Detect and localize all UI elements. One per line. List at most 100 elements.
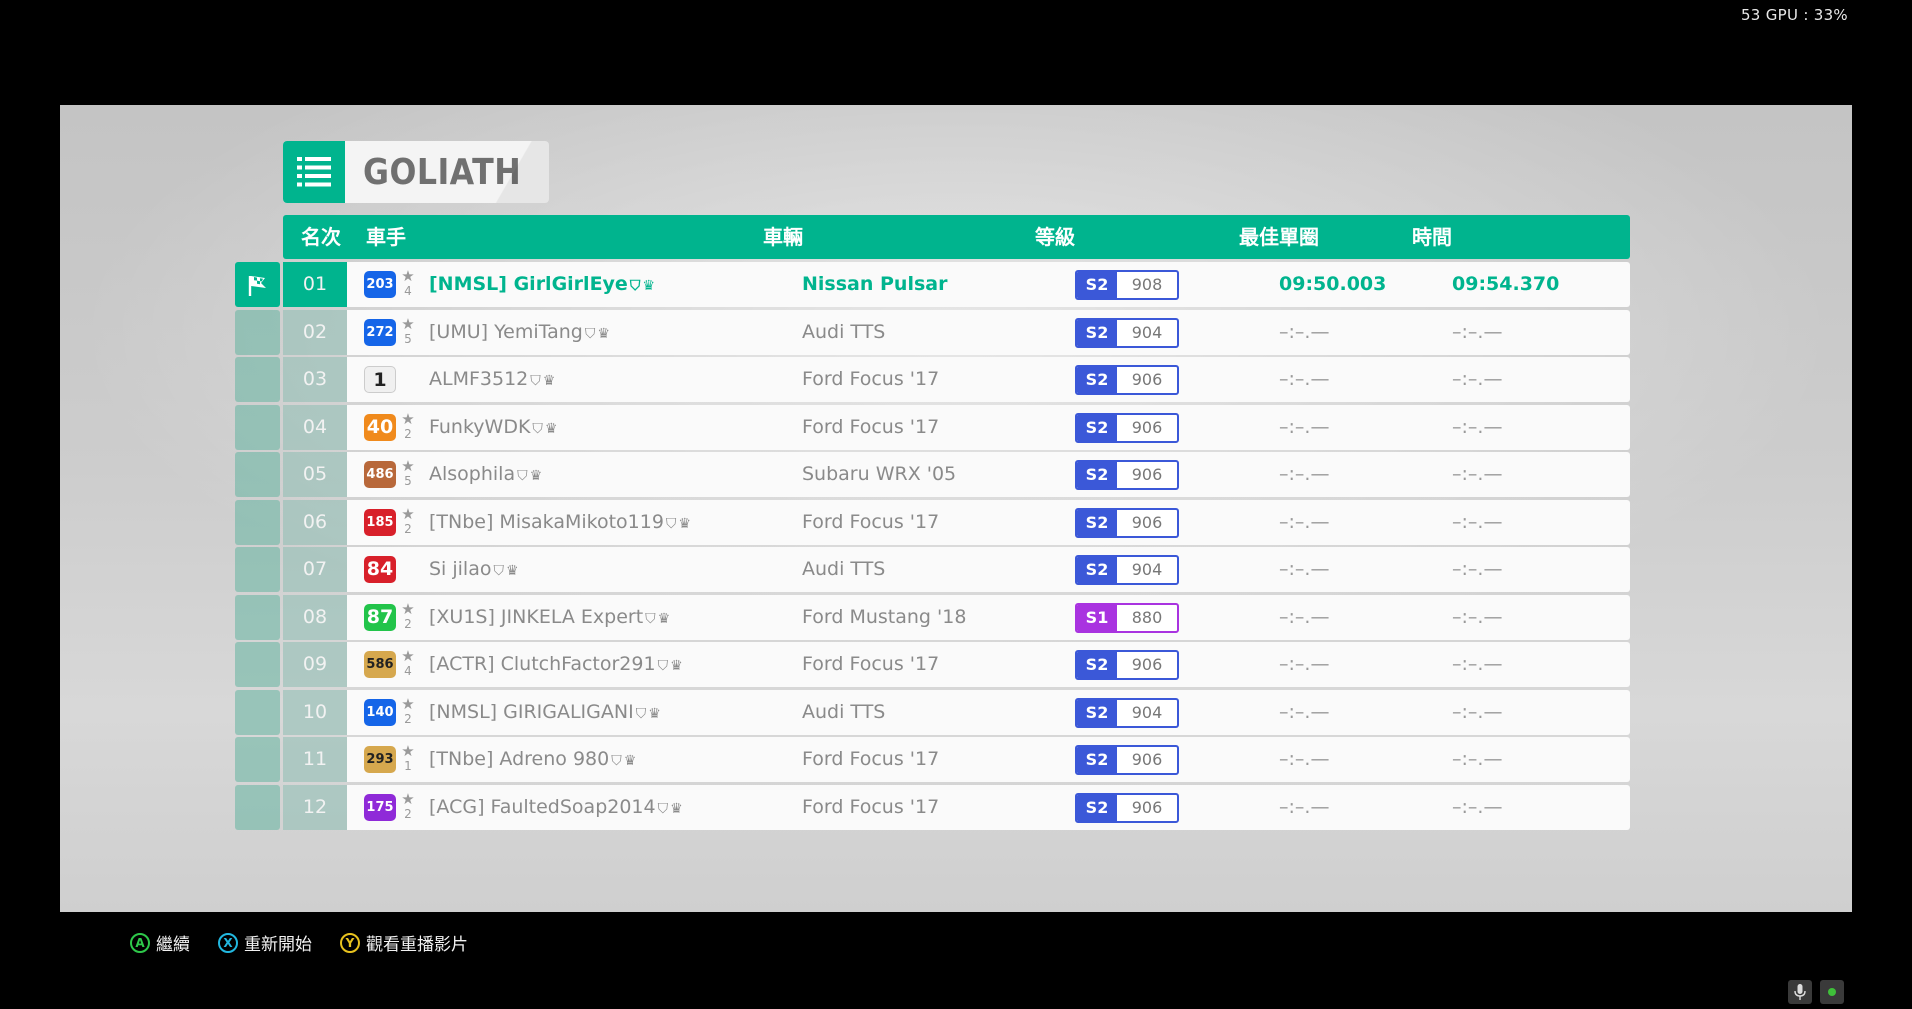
best-lap-time: –:–.— [1279, 795, 1330, 818]
skill-stars: ★ 2 [400, 505, 416, 540]
crown-icon: ♛ [642, 278, 655, 294]
row-marker [235, 404, 280, 450]
driver-level-badge: 84 [364, 556, 396, 583]
driver-gamertag: [TNbe] Adreno 980 [429, 748, 610, 770]
rank-number: 07 [283, 547, 347, 592]
crown-icon: ♛ [597, 325, 610, 342]
continue-label: 繼續 [156, 935, 190, 955]
total-time: –:–.— [1452, 320, 1503, 343]
driver-gamertag: Si jilao [429, 558, 492, 580]
skill-stars: ★ 2 [400, 790, 416, 825]
driver-name[interactable]: [TNbe] Adreno 980 ⛉ ♛ [429, 737, 636, 782]
performance-index: 906 [1131, 655, 1163, 674]
leaderboard-row[interactable]: 05 486 ★ 5 Alsophila ⛉ ♛ Subaru WRX '05 S2 906 –:–… [235, 452, 1630, 497]
driver-name[interactable]: [NMSL] GIRIGALIGANI ⛉ ♛ [429, 690, 661, 735]
watch-replay-label: 觀看重播影片 [366, 935, 468, 955]
row-bar: 586 ★ 4 [ACTR] ClutchFactor291 ⛉ ♛ Ford Focus … [347, 642, 1630, 687]
driver-name[interactable]: ALMF3512 ⛉ ♛ [429, 357, 555, 402]
rank-number: 11 [283, 737, 347, 782]
leaderboard-row[interactable]: 01 203 ★ 4 [NMSL] GirlGirlEye ⛉ ♛ Nissan Pulsar… [235, 262, 1630, 307]
a-button-icon: A [130, 932, 150, 953]
leaderboard-row[interactable]: 04 40 ★ 2 FunkyWDK ⛉ ♛ Ford Focus '17 S2 906 –:–.—… [235, 404, 1630, 450]
leaderboard-row[interactable]: 11 293 ★ 1 [TNbe] Adreno 980 ⛉ ♛ Ford Focus '17… [235, 737, 1630, 782]
driver-name[interactable]: [ACTR] ClutchFactor291 ⛉ ♛ [429, 642, 683, 687]
driver-level-badge: 586 [364, 651, 396, 678]
driver-gamertag: Alsophila [429, 463, 516, 485]
crown-icon: ♛ [670, 800, 683, 817]
shield-icon: ⛉ [611, 753, 622, 769]
leaderboard-header: 名次 車手 車輛 等級 最佳單圈 時間 [283, 215, 1630, 259]
col-time: 時間 [1412, 225, 1452, 249]
row-bar: 87 ★ 2 [XU1S] JINKELA Expert ⛉ ♛ Ford Mustang … [347, 594, 1630, 640]
performance-overlay: 53 GPU : 33% [1740, 6, 1848, 24]
watch-replay-button[interactable]: Y 觀看重播影片 [340, 930, 468, 955]
car-name: Ford Mustang '18 [802, 605, 967, 628]
row-marker [235, 689, 280, 735]
row-bar: 486 ★ 5 Alsophila ⛉ ♛ Subaru WRX '05 S2 906 –:–.—… [347, 452, 1630, 497]
total-time: –:–.— [1452, 700, 1503, 723]
crown-icon: ♛ [678, 515, 691, 532]
leaderboard-row[interactable]: 07 84 Si jilao ⛉ ♛ Audi TTS S2 904 –:–.— –:–.— [235, 547, 1630, 592]
col-rank: 名次 [301, 225, 341, 249]
leaderboard-row[interactable]: 10 140 ★ 2 [NMSL] GIRIGALIGANI ⛉ ♛ Audi TTS S2 90… [235, 689, 1630, 735]
star-count: 2 [404, 521, 412, 536]
performance-index: 904 [1131, 560, 1163, 579]
class-letter: S2 [1077, 699, 1117, 726]
star-icon: ★ [401, 742, 415, 760]
performance-index: 904 [1131, 702, 1163, 722]
driver-gamertag: [TNbe] MisakaMikoto119 [429, 510, 664, 533]
leaderboard-row[interactable]: 09 586 ★ 4 [ACTR] ClutchFactor291 ⛉ ♛ Ford Focu… [235, 642, 1630, 687]
leaderboard-row[interactable]: 06 185 ★ 2 [TNbe] MisakaMikoto119 ⛉ ♛ Ford Focu… [235, 499, 1630, 545]
rank-number: 04 [283, 404, 347, 450]
star-icon: ★ [401, 409, 415, 428]
crown-icon: ♛ [657, 610, 671, 627]
crown-icon: ♛ [670, 658, 683, 674]
continue-button[interactable]: A 繼續 [130, 930, 190, 955]
skill-stars: ★ 2 [400, 600, 416, 635]
class-letter: S2 [1077, 462, 1117, 488]
shield-icon: ⛉ [645, 610, 656, 627]
total-time: –:–.— [1452, 463, 1503, 485]
total-time: –:–.— [1452, 368, 1503, 390]
driver-name[interactable]: [ACG] FaultedSoap2014 ⛉ ♛ [429, 785, 683, 830]
row-marker [235, 547, 280, 592]
crown-icon: ♛ [544, 420, 558, 437]
driver-gamertag: [XU1S] JINKELA Expert [429, 605, 644, 628]
shield-icon: ⛉ [665, 515, 677, 532]
total-time: –:–.— [1452, 795, 1503, 818]
row-bar: 84 Si jilao ⛉ ♛ Audi TTS S2 904 –:–.— –:–.— [347, 547, 1630, 592]
microphone-icon[interactable] [1788, 980, 1812, 1004]
star-icon: ★ [401, 647, 415, 665]
driver-level-badge: 293 [364, 746, 396, 773]
car-name: Audi TTS [802, 558, 886, 580]
driver-gamertag: [NMSL] GirlGirlEye [429, 273, 628, 295]
leaderboard-row[interactable]: 02 272 ★ 5 [UMU] YemiTang ⛉ ♛ Audi TTS S2 904 –:–.… [235, 309, 1630, 355]
row-marker [235, 357, 280, 402]
row-bar: 203 ★ 4 [NMSL] GirlGirlEye ⛉ ♛ Nissan Pulsar S2… [347, 262, 1630, 307]
star-count: 2 [404, 616, 412, 631]
class-letter: S2 [1077, 747, 1117, 773]
rank-number: 01 [283, 262, 347, 307]
driver-name[interactable]: [NMSL] GirlGirlEye ⛉ ♛ [429, 262, 655, 307]
shield-icon: ⛉ [657, 800, 669, 817]
driver-name[interactable]: FunkyWDK ⛉ ♛ [429, 405, 557, 450]
star-count: 5 [404, 331, 412, 346]
leaderboard-row[interactable]: 12 175 ★ 2 [ACG] FaultedSoap2014 ⛉ ♛ Ford Focus… [235, 784, 1630, 830]
best-lap-time: –:–.— [1279, 368, 1330, 390]
driver-name[interactable]: [TNbe] MisakaMikoto119 ⛉ ♛ [429, 500, 691, 545]
row-bar: 140 ★ 2 [NMSL] GIRIGALIGANI ⛉ ♛ Audi TTS S2 904–… [347, 689, 1630, 735]
driver-name[interactable]: Alsophila ⛉ ♛ [429, 452, 542, 497]
class-rating: S2 906 [1075, 792, 1179, 823]
class-letter: S2 [1077, 414, 1117, 441]
star-icon: ★ [401, 457, 415, 475]
star-icon: ★ [401, 694, 415, 713]
leaderboard-row[interactable]: 03 1 ALMF3512 ⛉ ♛ Ford Focus '17 S2 906 –:–.— –:–… [235, 357, 1630, 402]
driver-name[interactable]: Si jilao ⛉ ♛ [429, 547, 519, 592]
best-lap-time: –:–.— [1279, 463, 1330, 485]
leaderboard-row[interactable]: 08 87 ★ 2 [XU1S] JINKELA Expert ⛉ ♛ Ford Mustan… [235, 594, 1630, 640]
class-rating: S2 906 [1075, 460, 1179, 490]
driver-name[interactable]: [XU1S] JINKELA Expert ⛉ ♛ [429, 595, 670, 640]
restart-button[interactable]: X 重新開始 [218, 930, 312, 955]
status-indicator-icon [1820, 980, 1844, 1004]
driver-name[interactable]: [UMU] YemiTang ⛉ ♛ [429, 310, 610, 355]
